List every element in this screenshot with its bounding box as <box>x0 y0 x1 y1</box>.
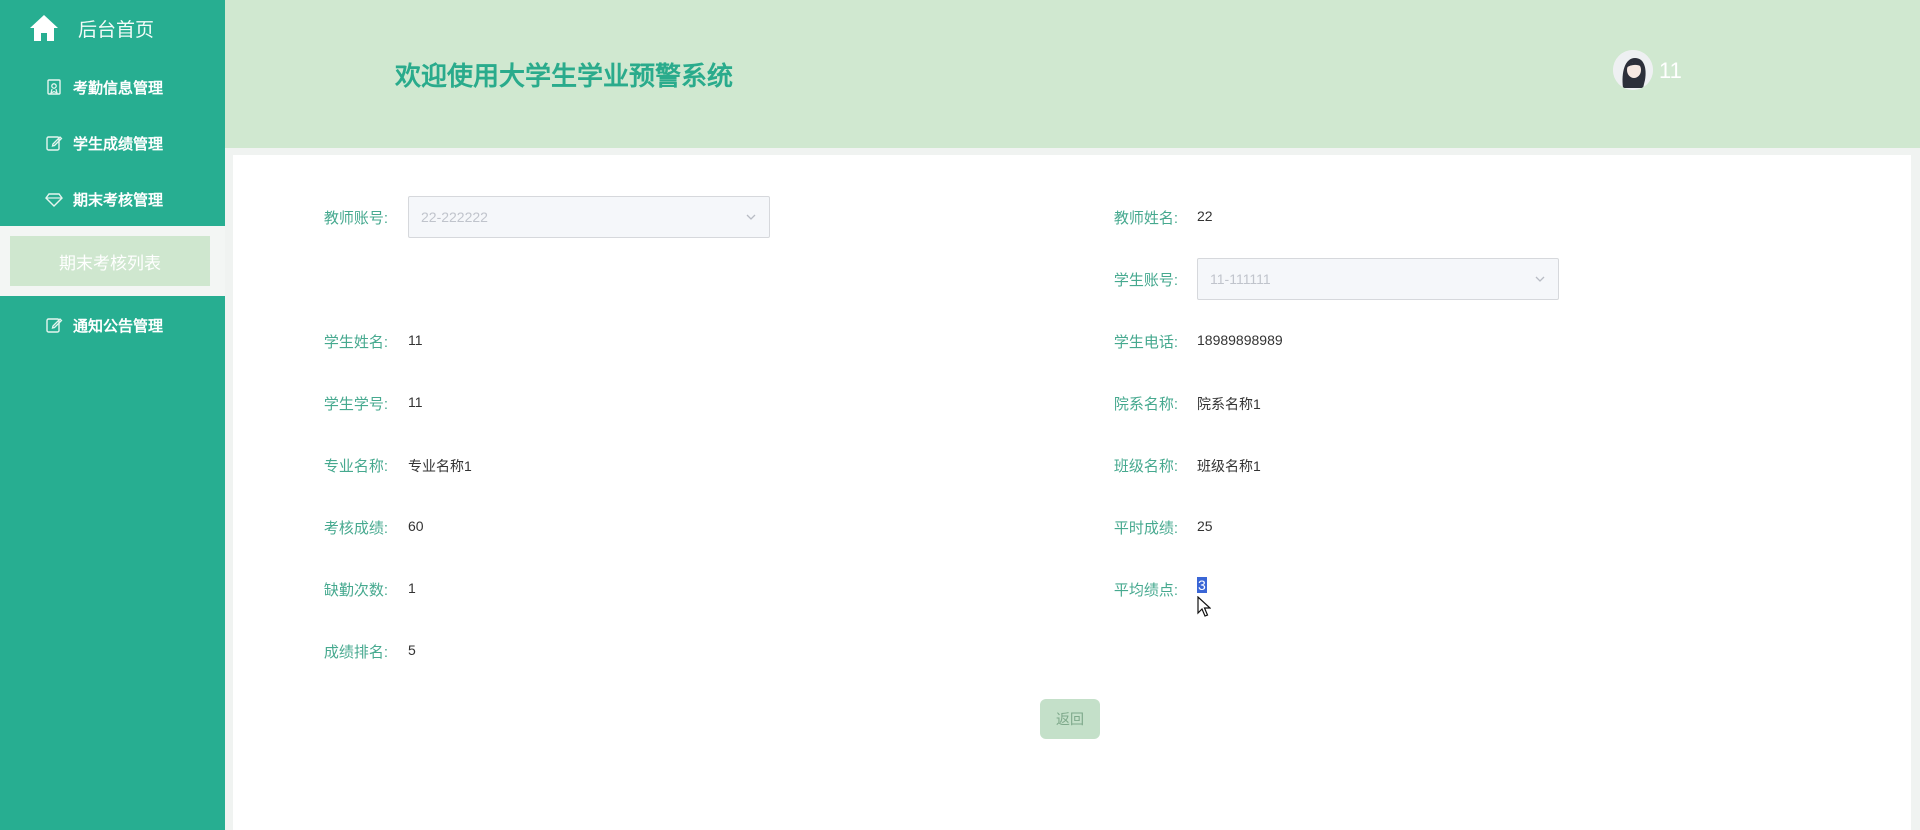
system-title: 欢迎使用大学生学业预警系统 <box>395 61 734 91</box>
sidebar-item-notices[interactable]: 通知公告管理 <box>0 305 225 345</box>
teacher-account-label: 教师账号: <box>323 210 388 227</box>
student-id-label: 学生学号: <box>323 396 388 413</box>
gpa-value: 3 <box>1197 571 1207 599</box>
gpa-value-selection: 3 <box>1197 577 1207 593</box>
student-account-label: 学生账号: <box>1113 272 1178 289</box>
edit-icon <box>45 316 63 334</box>
usual-score-label: 平时成绩: <box>1113 520 1178 537</box>
sidebar-item-attendance[interactable]: 考勤信息管理 <box>0 67 225 107</box>
sidebar-item-scores[interactable]: 学生成绩管理 <box>0 123 225 163</box>
gpa-label: 平均绩点: <box>1113 582 1178 599</box>
sidebar-item-label: 通知公告管理 <box>73 317 164 335</box>
username[interactable]: 11 <box>1659 58 1682 84</box>
home-label: 后台首页 <box>78 19 155 41</box>
exam-score-label: 考核成绩: <box>323 520 388 537</box>
class-name-label: 班级名称: <box>1113 458 1178 475</box>
avatar[interactable] <box>1613 50 1653 90</box>
absence-value: 1 <box>408 580 416 596</box>
class-name-value: 班级名称1 <box>1197 458 1261 474</box>
sidebar-item-label: 期末考核管理 <box>73 191 164 209</box>
student-phone-label: 学生电话: <box>1113 334 1178 351</box>
top-header: 欢迎使用大学生学业预警系统 11 <box>225 0 1920 148</box>
exam-score-value: 60 <box>408 518 424 534</box>
student-phone-value: 18989898989 <box>1197 332 1283 348</box>
department-label: 院系名称: <box>1113 396 1178 413</box>
usual-score-value: 25 <box>1197 518 1213 534</box>
student-account-value: 11-111111 <box>1210 271 1271 287</box>
rank-label: 成绩排名: <box>323 644 388 661</box>
student-id-value: 11 <box>408 394 423 410</box>
teacher-account-select[interactable]: 22-222222 <box>408 196 770 238</box>
badge-icon <box>45 78 63 96</box>
back-button[interactable]: 返回 <box>1040 699 1100 739</box>
sidebar-item-label: 考勤信息管理 <box>73 79 164 97</box>
home-icon <box>30 15 58 41</box>
detail-form-card: 教师账号: 22-222222 教师姓名: 22 学生账号: 11-111111… <box>233 155 1911 830</box>
sidebar-item-label: 学生成绩管理 <box>73 135 164 153</box>
sidebar: 后台首页 考勤信息管理 学生成绩管理 期末考核管理 期末考核列表 通知公告管理 <box>0 0 225 830</box>
student-name-label: 学生姓名: <box>323 334 388 351</box>
teacher-name-label: 教师姓名: <box>1113 210 1178 227</box>
department-value: 院系名称1 <box>1197 396 1261 412</box>
submenu-panel: 期末考核列表 <box>0 226 225 296</box>
edit-icon <box>45 134 63 152</box>
student-account-select[interactable]: 11-111111 <box>1197 258 1559 300</box>
absence-label: 缺勤次数: <box>323 582 388 599</box>
diamond-icon <box>45 190 63 208</box>
home-link[interactable]: 后台首页 <box>28 12 154 44</box>
major-value: 专业名称1 <box>408 458 472 474</box>
rank-value: 5 <box>408 642 416 658</box>
teacher-name-value: 22 <box>1197 208 1213 224</box>
submenu-item-final-exam-list[interactable]: 期末考核列表 <box>10 236 210 286</box>
major-label: 专业名称: <box>323 458 388 475</box>
student-name-value: 11 <box>408 332 423 348</box>
mouse-cursor-icon <box>1197 596 1211 617</box>
chevron-down-icon <box>1535 276 1545 282</box>
sidebar-item-final-exam[interactable]: 期末考核管理 <box>0 179 225 219</box>
chevron-down-icon <box>746 214 756 220</box>
teacher-account-value: 22-222222 <box>421 209 488 225</box>
